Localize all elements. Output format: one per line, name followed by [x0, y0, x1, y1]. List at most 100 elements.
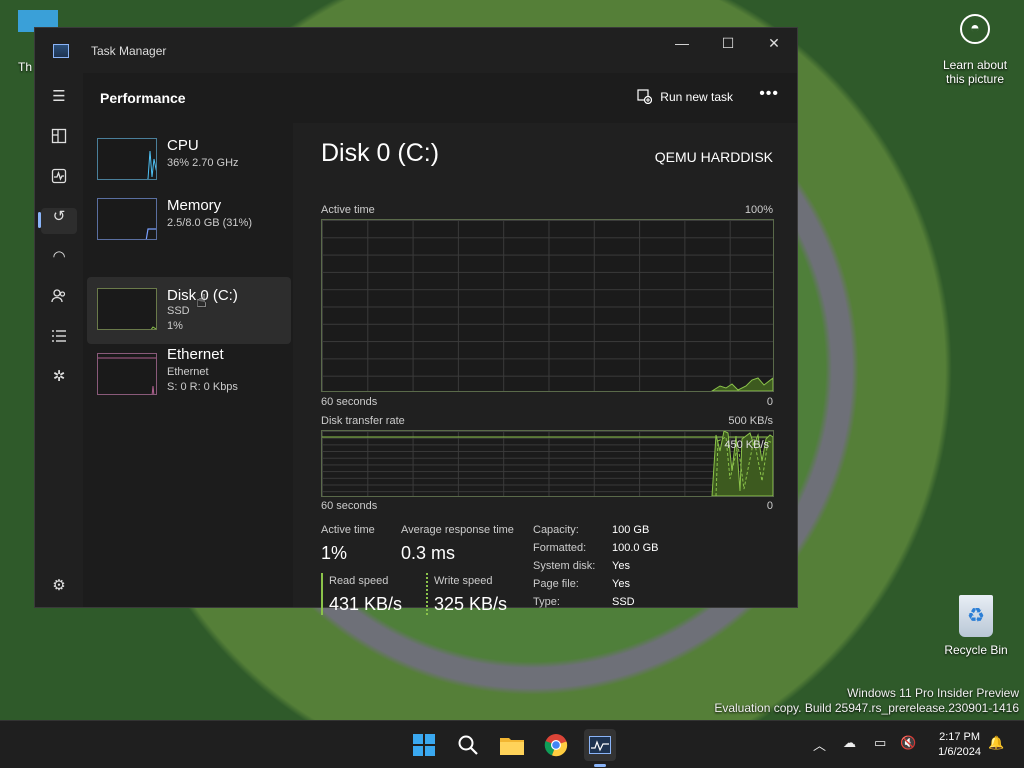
page-title: Performance — [100, 90, 186, 106]
chrome-icon[interactable] — [540, 729, 572, 761]
resource-item-disk[interactable]: Disk 0 (C:) SSD 1% — [87, 277, 291, 344]
transfer-x-right: 0 — [766, 500, 773, 512]
watermark-line-1: Windows 11 Pro Insider Preview — [847, 686, 1019, 700]
recycle-bin-label: Recycle Bin — [944, 643, 1008, 657]
active-time-graph — [321, 219, 774, 392]
resource-list: CPU 36% 2.70 GHz Memory 2.5/8.0 GB (31%)… — [83, 123, 293, 607]
recycle-bin-icon: ♻ — [959, 595, 993, 637]
spotlight-label-1: Learn about — [942, 58, 1008, 72]
clock[interactable]: 2:17 PM 1/6/2024 — [938, 730, 981, 760]
task-manager-app-icon — [53, 43, 69, 58]
memory-stats: 2.5/8.0 GB (31%) — [167, 217, 252, 229]
services-icon[interactable]: ✲ — [47, 364, 71, 388]
maximize-button[interactable]: ☐ — [705, 28, 751, 58]
transfer-graph-label: Disk transfer rate — [321, 415, 405, 427]
onedrive-icon[interactable]: ☁ — [843, 735, 856, 751]
start-icon[interactable] — [408, 729, 440, 761]
system-disk-value: Yes — [612, 560, 630, 572]
capacity-value: 100 GB — [612, 524, 650, 536]
active-time-stat-label: Active time — [321, 524, 375, 536]
resource-item-cpu[interactable]: CPU 36% 2.70 GHz — [87, 123, 291, 190]
close-button[interactable]: ✕ — [751, 28, 797, 58]
disk-type: SSD — [167, 305, 190, 317]
title-bar[interactable]: Task Manager — ☐ ✕ — [35, 28, 797, 73]
system-disk-key: System disk: — [533, 560, 596, 572]
processes-icon[interactable] — [47, 124, 71, 148]
type-key: Type: — [533, 596, 560, 608]
write-speed-label: Write speed — [434, 575, 493, 587]
disk-transfer-graph: 450 KB/s — [321, 430, 774, 497]
read-speed-label: Read speed — [329, 575, 389, 587]
spotlight-learn-icon[interactable]: ◓ Learn about this picture — [938, 14, 1012, 88]
capacity-key: Capacity: — [533, 524, 579, 536]
more-options-button[interactable]: ••• — [759, 85, 779, 103]
run-task-icon — [637, 89, 653, 104]
ethernet-adapter: Ethernet — [167, 366, 209, 378]
users-icon[interactable] — [47, 284, 71, 308]
camera-icon: ◓ — [960, 14, 990, 44]
avg-response-value: 0.3 ms — [401, 543, 456, 563]
details-icon[interactable] — [47, 324, 71, 348]
settings-icon[interactable]: ⚙ — [47, 573, 71, 597]
run-new-task-button[interactable]: Run new task — [637, 89, 733, 104]
network-icon[interactable]: ▭ — [874, 735, 886, 751]
memory-name: Memory — [167, 197, 222, 214]
active-time-stat-value: 1% — [321, 543, 348, 563]
disk-thumbnail — [97, 288, 157, 330]
read-speed-marker — [321, 573, 323, 615]
recycle-bin[interactable]: ♻ Recycle Bin — [940, 595, 1012, 663]
formatted-value: 100.0 GB — [612, 542, 659, 554]
window-title: Task Manager — [91, 43, 167, 58]
volume-muted-icon[interactable]: 🔇 — [900, 735, 916, 751]
nav-selected-indicator — [38, 212, 41, 228]
cpu-thumbnail — [97, 138, 157, 180]
hamburger-icon[interactable]: ☰ — [47, 84, 71, 108]
page-file-value: Yes — [612, 578, 630, 590]
performance-header: Performance Run new task ••• — [83, 73, 797, 123]
performance-icon[interactable] — [47, 164, 71, 188]
taskbar: ︿ ☁ ▭ 🔇 2:17 PM 1/6/2024 🔔 — [0, 720, 1024, 768]
search-icon[interactable] — [452, 729, 484, 761]
disk-detail-pane: Disk 0 (C:) QEMU HARDDISK Active time 10… — [293, 123, 797, 615]
read-speed-value: 431 KB/s — [329, 594, 403, 614]
active-time-x-left: 60 seconds — [321, 396, 378, 408]
app-history-icon[interactable]: ↺ — [47, 204, 71, 228]
transfer-marker-label: 450 KB/s — [724, 439, 769, 451]
notification-bell-icon[interactable]: 🔔 — [988, 735, 1004, 751]
nav-rail: ☰ ↺ ◠ ✲ ⚙ — [35, 73, 83, 607]
resource-item-memory[interactable]: Memory 2.5/8.0 GB (31%) — [87, 183, 291, 250]
active-time-graph-label: Active time — [321, 204, 375, 216]
ethernet-thumbnail — [97, 353, 157, 395]
ethernet-throughput: S: 0 R: 0 Kbps — [167, 381, 238, 393]
avg-response-label: Average response time — [401, 524, 514, 536]
page-file-key: Page file: — [533, 578, 579, 590]
active-time-graph-max: 100% — [744, 204, 773, 216]
active-app-indicator — [594, 764, 606, 767]
mouse-cursor-icon: ☝ — [196, 291, 207, 311]
type-value: SSD — [612, 596, 635, 608]
startup-apps-icon[interactable]: ◠ — [47, 244, 71, 268]
show-hidden-icons-chevron-icon[interactable]: ︿ — [813, 735, 826, 754]
disk-model: QEMU HARDDISK — [654, 149, 773, 165]
clock-time: 2:17 PM — [939, 731, 981, 743]
transfer-graph-max: 500 KB/s — [728, 415, 773, 427]
desktop-icon-label: Th — [18, 60, 33, 74]
task-manager-icon[interactable] — [584, 729, 616, 767]
run-new-task-label: Run new task — [660, 89, 733, 104]
ethernet-name: Ethernet — [167, 346, 224, 363]
write-speed-marker — [426, 573, 428, 615]
memory-thumbnail — [97, 198, 157, 240]
resource-item-ethernet[interactable]: Ethernet Ethernet S: 0 R: 0 Kbps — [87, 338, 291, 405]
file-explorer-icon[interactable] — [496, 729, 528, 761]
disk-usage: 1% — [167, 320, 183, 332]
watermark-line-2: Evaluation copy. Build 25947.rs_prerelea… — [714, 701, 1019, 715]
spotlight-label-2: this picture — [945, 72, 1005, 86]
minimize-button[interactable]: — — [659, 28, 705, 58]
active-time-x-right: 0 — [766, 396, 773, 408]
transfer-x-left: 60 seconds — [321, 500, 378, 512]
clock-date: 1/6/2024 — [938, 746, 981, 758]
cpu-name: CPU — [167, 137, 199, 154]
detail-title: Disk 0 (C:) — [321, 139, 440, 167]
cpu-stats: 36% 2.70 GHz — [167, 157, 239, 169]
task-manager-window: Task Manager — ☐ ✕ ☰ ↺ ◠ ✲ ⚙ Performance… — [34, 27, 798, 615]
